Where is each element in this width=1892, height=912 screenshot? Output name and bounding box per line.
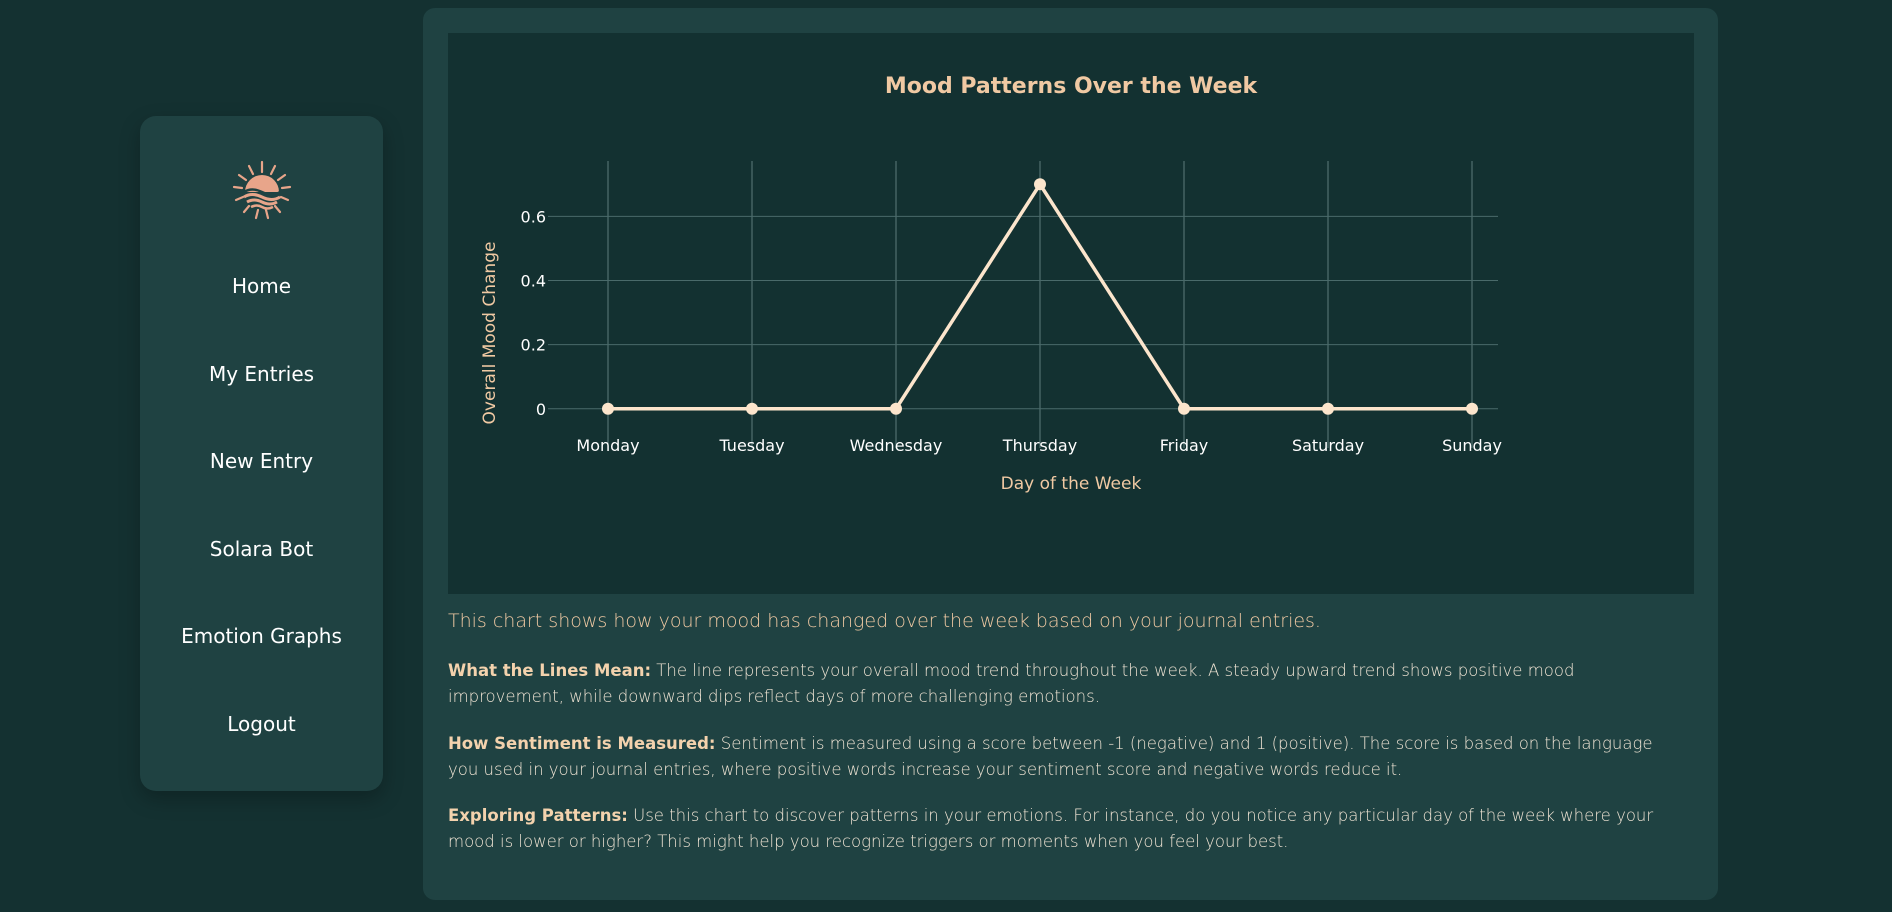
x-tick-label: Monday	[576, 436, 639, 455]
y-tick-label: 0	[536, 400, 546, 419]
data-point	[1178, 402, 1190, 415]
x-tick-label: Sunday	[1442, 436, 1502, 455]
chart-svg: Mood Patterns Over the Week Monday Tuesday…	[480, 74, 1502, 494]
section-heading: Exploring Patterns:	[448, 806, 628, 825]
chart-title: Mood Patterns Over the Week	[885, 74, 1259, 99]
y-tick-label: 0.2	[521, 336, 546, 355]
nav-emotion-graphs[interactable]: Emotion Graphs	[140, 624, 383, 648]
nav-solara-bot[interactable]: Solara Bot	[140, 537, 383, 561]
y-tick-label: 0.6	[521, 207, 546, 226]
nav-my-entries[interactable]: My Entries	[140, 362, 383, 386]
data-point	[1466, 402, 1478, 415]
sidebar: Home My Entries New Entry Solara Bot Emo…	[140, 116, 383, 791]
data-point	[602, 402, 614, 415]
data-point	[1034, 178, 1046, 191]
y-axis-title: Overall Mood Change	[480, 242, 500, 425]
x-tick-label: Thursday	[1002, 436, 1077, 455]
y-tick-label: 0.4	[521, 271, 546, 290]
section-sentiment: How Sentiment is Measured: Sentiment is …	[448, 731, 1663, 783]
nav-logout[interactable]: Logout	[140, 712, 383, 736]
section-text: Use this chart to discover patterns in y…	[448, 806, 1654, 851]
nav-new-entry[interactable]: New Entry	[140, 449, 383, 473]
x-axis-title: Day of the Week	[1001, 474, 1142, 494]
data-point	[890, 402, 902, 415]
x-tick-label: Friday	[1160, 436, 1209, 455]
section-heading: How Sentiment is Measured:	[448, 734, 716, 753]
section-patterns: Exploring Patterns: Use this chart to di…	[448, 803, 1663, 855]
data-point	[746, 402, 758, 415]
x-tick-label: Wednesday	[850, 436, 943, 455]
chart-summary: This chart shows how your mood has chang…	[448, 610, 1321, 632]
x-tick-label: Saturday	[1292, 436, 1364, 455]
data-point	[1322, 402, 1334, 415]
main-panel: Mood Patterns Over the Week Monday Tuesday…	[423, 8, 1718, 900]
section-lines-mean: What the Lines Mean: The line represents…	[448, 658, 1663, 710]
section-heading: What the Lines Mean:	[448, 661, 652, 680]
mood-chart: Mood Patterns Over the Week Monday Tuesday…	[448, 33, 1694, 594]
x-tick-label: Tuesday	[718, 436, 784, 455]
sun-waves-icon[interactable]	[230, 158, 294, 222]
nav-home[interactable]: Home	[140, 274, 383, 298]
